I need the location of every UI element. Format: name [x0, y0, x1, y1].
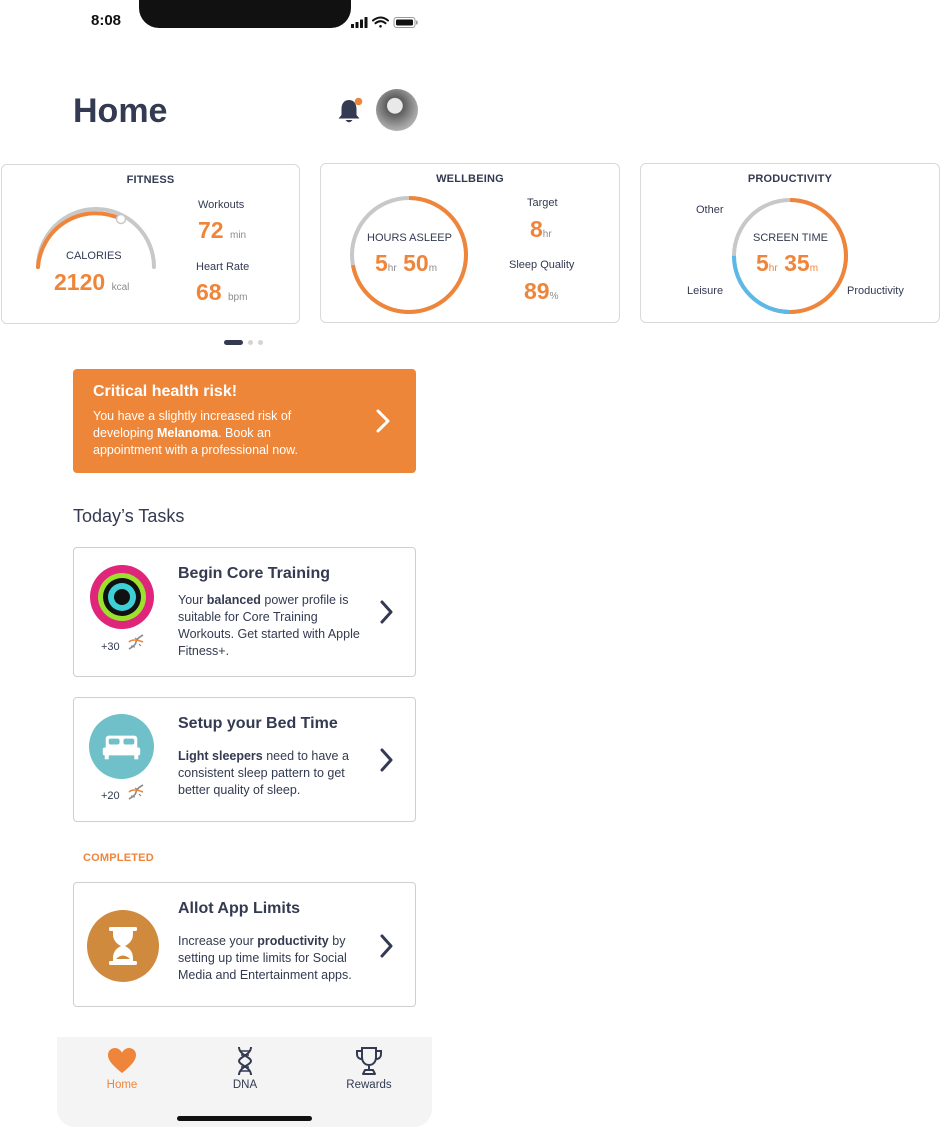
wifi-icon [372, 16, 389, 28]
productivity-card[interactable]: PRODUCTIVITY SCREEN TIME 5hr 35m Other L… [640, 163, 940, 323]
battery-icon [393, 17, 418, 28]
target-label: Target [527, 197, 558, 209]
task-title: Begin Core Training [178, 565, 331, 582]
heart-rate-label: Heart Rate [196, 261, 250, 273]
home-indicator[interactable] [177, 1116, 312, 1121]
legend-leisure: Leisure [687, 285, 724, 297]
notification-badge [354, 97, 363, 106]
screen-time-value: 5hr 35m [756, 250, 819, 276]
completed-section-label: COMPLETED [83, 852, 154, 864]
task-title: Allot App Limits [178, 900, 301, 917]
task-card[interactable]: +20 Setup your Bed Time Light sleepers n… [73, 697, 416, 822]
heart-rate-unit: bpm [227, 292, 248, 303]
heart-icon [108, 1048, 136, 1073]
chevron-right-icon[interactable] [377, 599, 395, 625]
calories-arc [36, 207, 156, 269]
notification-bell-icon[interactable] [334, 96, 364, 126]
tasks-section-title: Today’s Tasks [73, 506, 185, 526]
calories-value: 2120 kcal [54, 269, 130, 295]
wellbeing-card-title: WELLBEING [436, 173, 504, 185]
completed-task-card[interactable]: Allot App Limits Increase your productiv… [73, 882, 416, 1007]
dna-small-icon [128, 784, 144, 800]
carousel-pager[interactable] [224, 340, 268, 345]
dna-icon [237, 1046, 253, 1076]
signal-icon [351, 17, 368, 28]
task-points: +20 [101, 790, 120, 802]
tab-rewards[interactable]: Rewards [324, 1045, 414, 1091]
tab-home-label: Home [106, 1079, 138, 1091]
hourglass-icon [87, 910, 159, 982]
bed-icon [89, 714, 154, 779]
productivity-card-title: PRODUCTIVITY [747, 173, 833, 185]
pager-dot [248, 340, 253, 345]
task-title: Setup your Bed Time [178, 715, 338, 732]
dna-small-icon [128, 634, 144, 650]
screen-time-label: SCREEN TIME [753, 232, 828, 244]
task-description: Light sleepers need to have a consistent… [178, 749, 349, 797]
trophy-icon [356, 1047, 382, 1075]
legend-other: Other [696, 204, 724, 216]
calories-unit: kcal [111, 282, 130, 293]
task-points: +30 [101, 641, 120, 653]
wellbeing-card[interactable]: WELLBEING HOURS ASLEEP 5hr 50m Target 8h… [320, 163, 620, 323]
tab-dna[interactable]: DNA [200, 1045, 290, 1091]
legend-productivity: Productivity [847, 285, 904, 297]
task-card[interactable]: +30 Begin Core Training Your balanced po… [73, 547, 416, 677]
workouts-label: Workouts [198, 199, 245, 211]
activity-rings-icon [90, 565, 154, 629]
pager-dot-active [224, 340, 243, 345]
chevron-right-icon[interactable] [377, 933, 395, 959]
tab-home[interactable]: Home [77, 1045, 167, 1091]
task-description: Your balanced power profile is suitable … [178, 593, 360, 658]
avatar[interactable] [376, 89, 418, 131]
status-icons [351, 16, 418, 28]
workouts-value: 72 min [198, 217, 247, 243]
heart-rate-value: 68 bpm [196, 279, 248, 305]
fitness-card-title: FITNESS [126, 174, 175, 186]
device-notch [139, 0, 351, 28]
chevron-right-icon[interactable] [377, 747, 395, 773]
tab-dna-label: DNA [232, 1079, 258, 1091]
bottom-tab-bar: Home DNA Rewards [57, 1037, 432, 1127]
calories-label: CALORIES [66, 250, 122, 262]
fitness-card[interactable]: FITNESS CALORIES 2120 kcal Workouts 72 m… [1, 164, 300, 324]
sleep-quality-label: Sleep Quality [509, 259, 575, 271]
tab-rewards-label: Rewards [346, 1079, 392, 1091]
workouts-unit: min [229, 230, 247, 241]
pager-dot [258, 340, 263, 345]
alert-body: You have a slightly increased risk of de… [93, 409, 298, 457]
status-time: 8:08 [91, 12, 122, 29]
hours-asleep-value: 5hr 50m [375, 250, 438, 276]
target-value: 8hr [530, 216, 552, 242]
alert-highlight: Melanoma [156, 426, 219, 440]
hours-asleep-label: HOURS ASLEEP [367, 232, 452, 244]
task-description: Increase your productivity by setting up… [178, 934, 352, 982]
alert-title: Critical health risk! [93, 383, 238, 400]
health-risk-alert[interactable]: Critical health risk! You have a slightl… [73, 369, 416, 473]
chevron-right-icon[interactable] [373, 407, 393, 435]
sleep-quality-value: 89% [524, 278, 559, 304]
page-title: Home [73, 92, 168, 130]
